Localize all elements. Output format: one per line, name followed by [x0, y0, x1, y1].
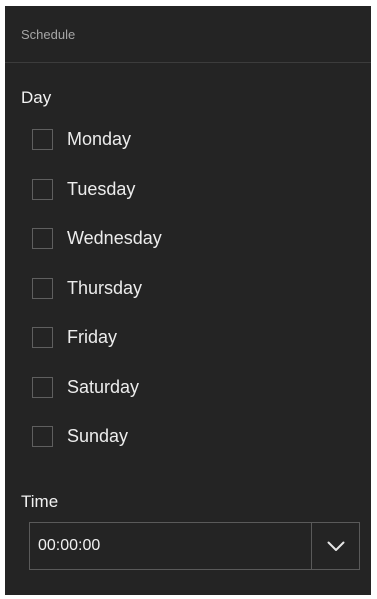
time-select[interactable]: 00:00:00 — [29, 522, 360, 570]
day-option-label: Monday — [67, 129, 132, 149]
day-option-wednesday[interactable]: Wednesday — [32, 227, 332, 277]
day-option-label: Friday — [67, 327, 118, 347]
day-option-saturday[interactable]: Saturday — [32, 376, 332, 426]
day-option-label: Sunday — [67, 426, 129, 446]
thursday-checkbox[interactable] — [32, 277, 53, 299]
day-option-label: Tuesday — [67, 178, 136, 199]
day-option-monday[interactable]: Monday — [32, 128, 332, 178]
wednesday-checkbox[interactable] — [32, 228, 53, 249]
day-checkbox-list: Monday Tuesday Wednesday Thursday Friday… — [32, 128, 332, 475]
sunday-checkbox[interactable] — [32, 426, 53, 447]
day-option-thursday[interactable]: Thursday — [32, 277, 332, 327]
day-option-friday[interactable]: Friday — [32, 326, 332, 376]
day-option-label: Saturday — [67, 376, 140, 397]
panel-header: Schedule — [5, 6, 371, 63]
day-option-sunday[interactable]: Sunday — [32, 425, 332, 475]
chevron-down-icon — [327, 541, 344, 551]
saturday-checkbox[interactable] — [32, 376, 53, 398]
monday-checkbox[interactable] — [32, 129, 53, 150]
day-option-label: Thursday — [67, 277, 143, 298]
schedule-panel: Schedule Day Monday Tuesday Wednesday Th… — [5, 6, 371, 595]
panel-title: Schedule — [21, 26, 76, 42]
time-dropdown-button[interactable] — [311, 523, 359, 569]
tuesday-checkbox[interactable] — [32, 178, 53, 200]
time-section-label: Time — [21, 492, 59, 511]
day-option-tuesday[interactable]: Tuesday — [32, 178, 332, 228]
day-section-label: Day — [21, 88, 52, 107]
friday-checkbox[interactable] — [32, 327, 53, 348]
time-value[interactable]: 00:00:00 — [30, 523, 311, 569]
day-option-label: Wednesday — [67, 228, 162, 248]
